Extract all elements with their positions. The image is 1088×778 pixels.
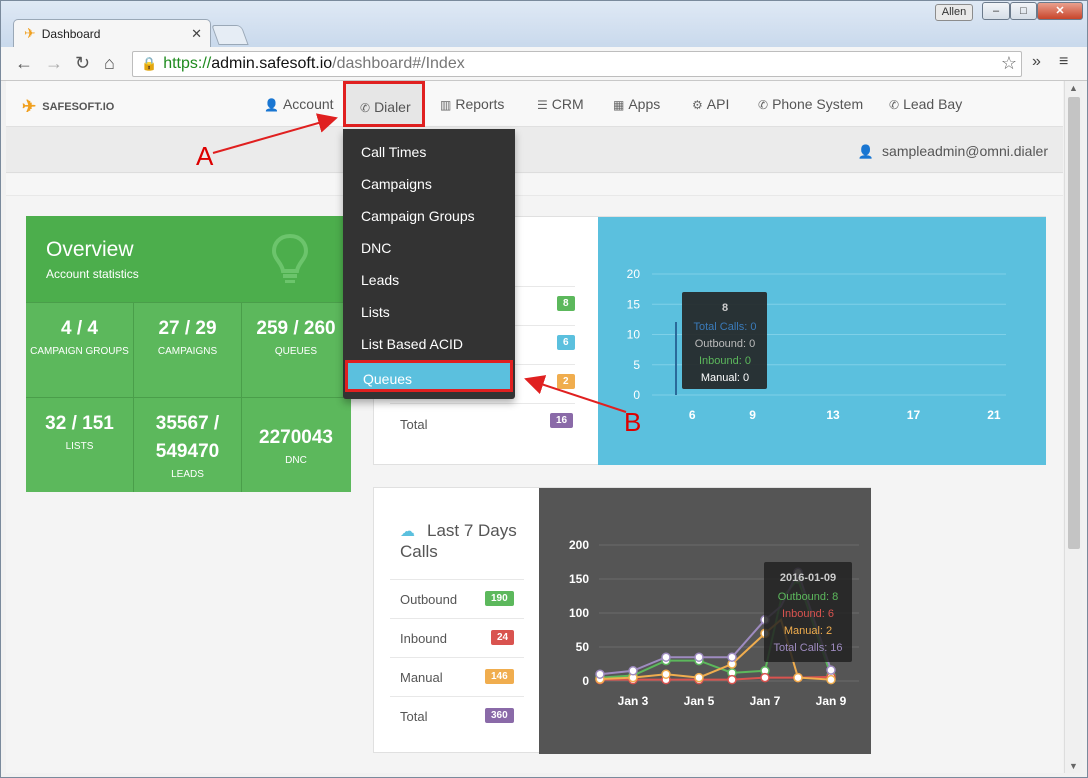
minimize-button[interactable]: – (982, 2, 1010, 20)
tab-title: Dashboard (41, 26, 101, 41)
url-scheme: https:// (163, 55, 212, 72)
page-content: ✈ SAFESOFT.IO 👤 Account ✆ Dialer ▥ Reports … (6, 81, 1063, 773)
scroll-down-icon[interactable]: ▼ (1069, 761, 1078, 771)
back-icon[interactable]: ← (15, 53, 33, 74)
vertical-scrollbar[interactable]: ▲ ▼ (1064, 81, 1082, 773)
forward-icon[interactable]: → (45, 53, 63, 74)
home-icon[interactable]: ⌂ (104, 53, 115, 74)
tab-close-icon[interactable]: ✕ (191, 26, 202, 42)
browser-toolbar: ← → ↻ ⌂ 🔒 https://admin.safesoft.io/dash… (1, 47, 1087, 81)
lock-icon: 🔒 (141, 56, 158, 71)
url-host: admin.safesoft.io (211, 55, 333, 72)
arrow-b (524, 375, 627, 413)
scroll-up-icon[interactable]: ▲ (1069, 83, 1078, 93)
profile-button[interactable]: Allen (935, 4, 973, 21)
window-close-button[interactable]: ✕ (1037, 2, 1083, 20)
scroll-thumb[interactable] (1068, 97, 1080, 549)
menu-icon[interactable]: ≡ (1059, 53, 1068, 71)
annotation-arrows (212, 113, 627, 413)
brand-logo-icon: ✈ (24, 25, 36, 41)
reload-icon[interactable]: ↻ (75, 53, 90, 74)
maximize-button[interactable]: □ (1010, 2, 1037, 20)
title-bar: ✈ Dashboard ✕ Allen – □ ✕ (1, 1, 1087, 47)
bookmark-star-icon[interactable]: ☆ (1001, 53, 1017, 74)
extensions-chevron-icon[interactable]: » (1032, 53, 1041, 71)
url-path: /dashboard#/Index (332, 55, 465, 72)
arrow-a (212, 113, 338, 154)
address-bar[interactable]: 🔒 https://admin.safesoft.io/dashboard#/I… (132, 51, 1022, 77)
new-tab-button[interactable] (211, 25, 249, 45)
tab-dashboard[interactable]: ✈ Dashboard ✕ (13, 19, 211, 47)
